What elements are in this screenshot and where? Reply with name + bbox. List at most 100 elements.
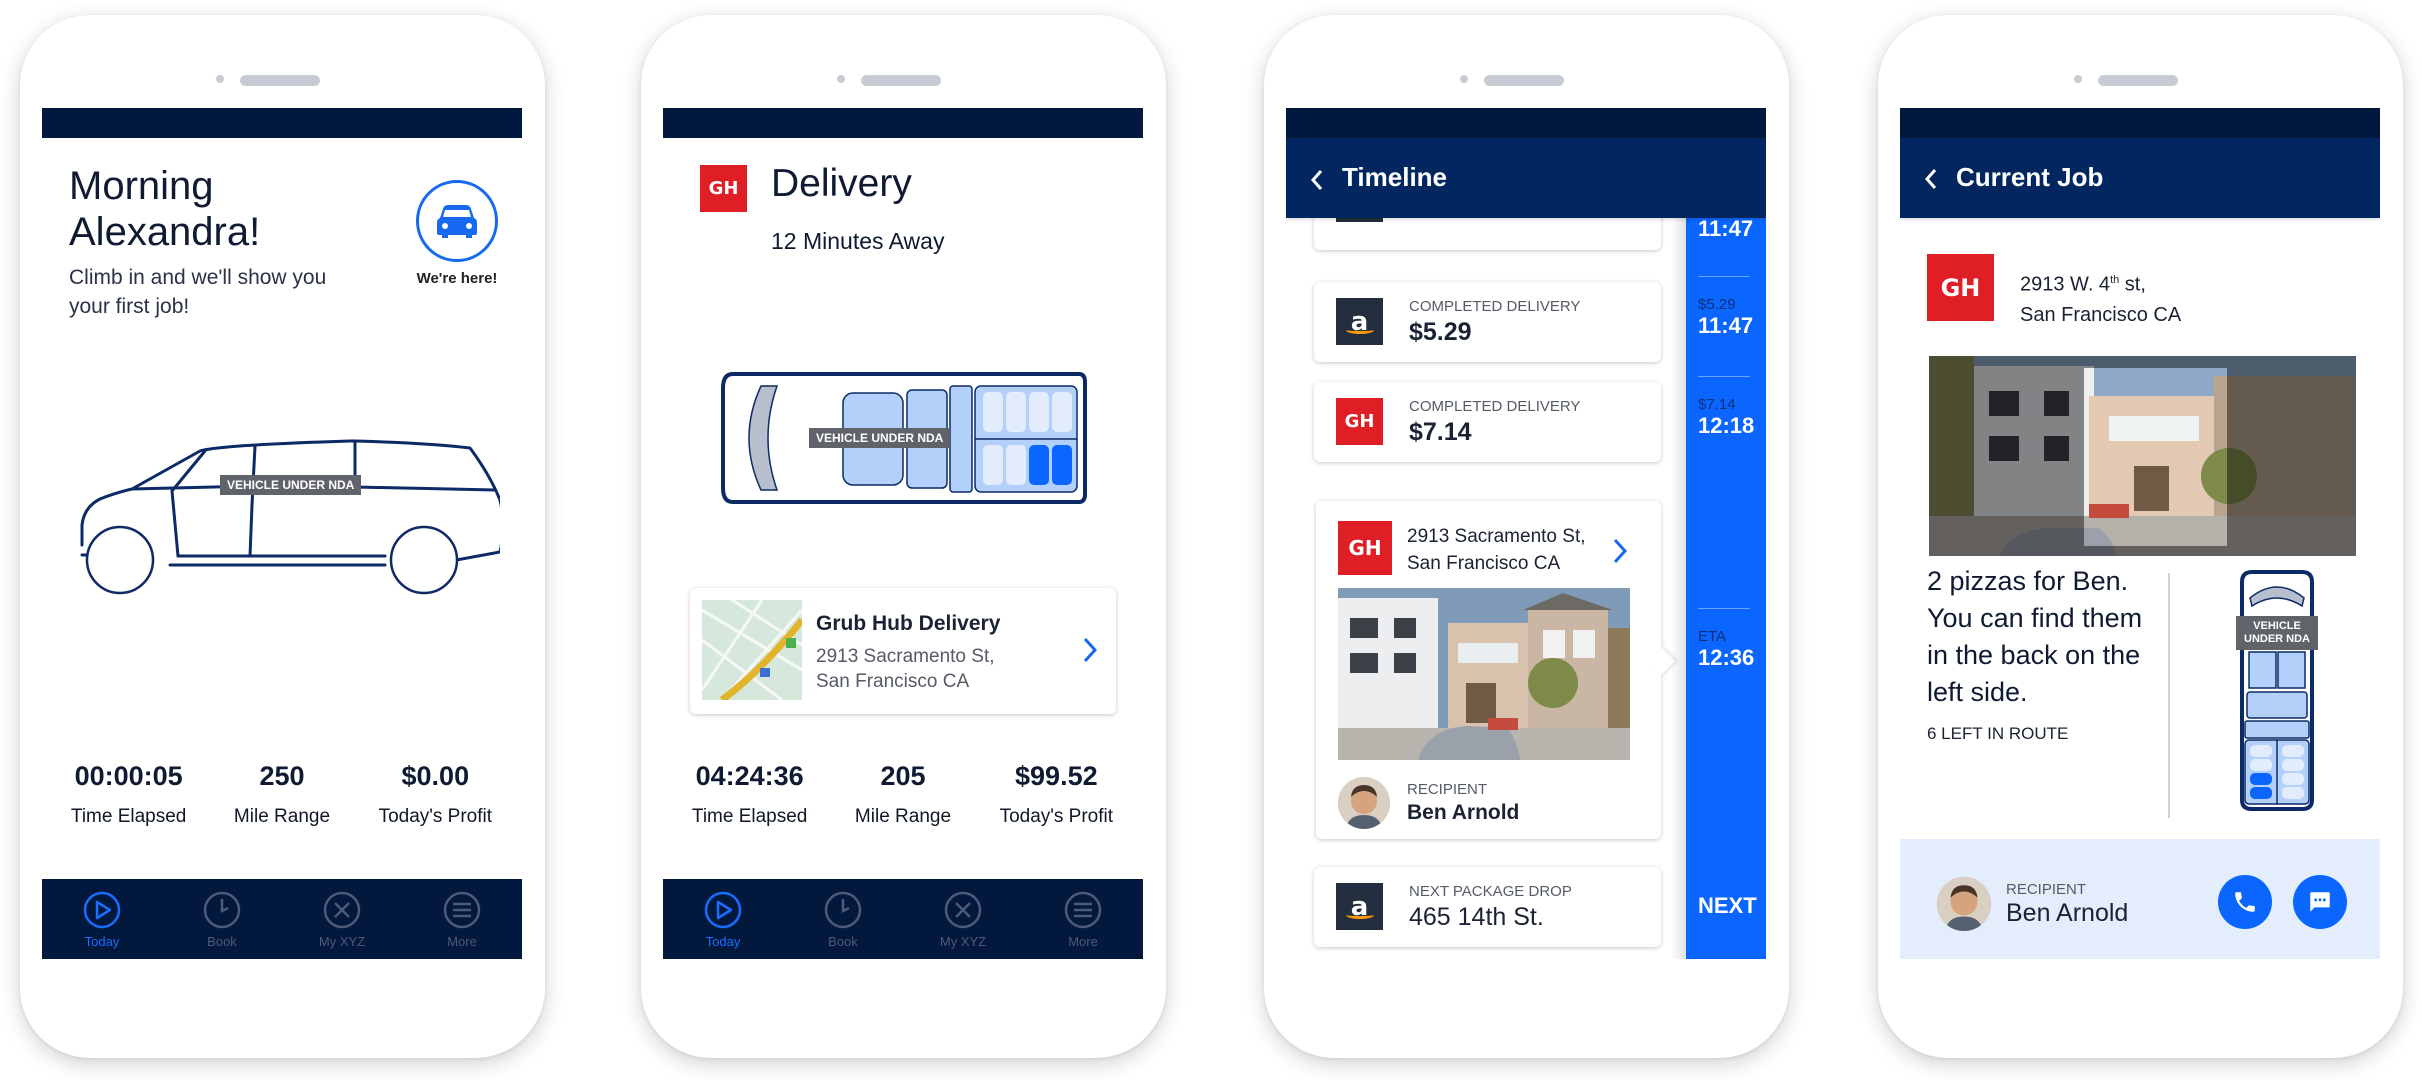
vehicle-top-view: VEHICLE UNDER NDA (719, 368, 1089, 508)
card-caption: COMPLETED DELIVERY (1409, 398, 1581, 415)
camera-dot (837, 75, 845, 83)
stat-time-elapsed: 00:00:05 Time Elapsed (54, 761, 204, 828)
timeline-card[interactable]: a COMPLETED DELIVERY $5.29 (1314, 282, 1661, 362)
current-job-header: Current Job (1900, 138, 2380, 218)
minivan-side-icon (80, 439, 505, 595)
recipient-name: Ben Arnold (1407, 801, 1520, 824)
cargo-slot-empty (2250, 759, 2272, 771)
cargo-slot-empty (2282, 759, 2304, 771)
job-address: 2913 W. 4th st, San Francisco CA (2020, 265, 2181, 330)
stats-row: 04:24:36 Time Elapsed 205 Mile Range $99… (663, 761, 1143, 828)
message-button[interactable] (2293, 875, 2347, 929)
tab-my-xyz[interactable]: My XYZ (292, 890, 392, 949)
tab-label: My XYZ (318, 933, 366, 949)
next-button[interactable]: NEXT (1698, 893, 1757, 919)
tab-more[interactable]: More (412, 890, 512, 949)
next-package-card[interactable]: a NEXT PACKAGE DROP 465 14th St. (1314, 867, 1661, 947)
stat-label: Today's Profit (378, 806, 493, 827)
divider (2168, 573, 2170, 818)
stat-value: $99.52 (1015, 761, 1098, 791)
timeline-card[interactable]: GH COMPLETED DELIVERY $7.14 (1314, 382, 1661, 462)
tab-label: Today (84, 933, 120, 949)
bottom-tab-bar: Today Book My XYZ More (663, 879, 1143, 959)
clock-icon (203, 891, 241, 928)
address-ordinal: th (2110, 274, 2120, 286)
call-button[interactable] (2218, 875, 2272, 929)
vehicle-side-illustration: VEHICLE UNDER NDA (70, 415, 505, 605)
vehicle-nda-badge: VEHICLE UNDER NDA (809, 428, 951, 448)
job-card[interactable]: Grub Hub Delivery 2913 Sacramento St, Sa… (690, 588, 1116, 714)
map-icon (702, 600, 802, 700)
house-image (1338, 588, 1630, 760)
cargo-slot-empty (1029, 392, 1049, 432)
chevron-right-icon[interactable] (1612, 537, 1628, 565)
address-line-2: San Francisco CA (1407, 553, 1561, 574)
grubhub-logo-text: GH (1348, 536, 1382, 560)
greeting-subtitle: Climb in and we'll show you your first j… (69, 266, 327, 318)
speaker-grille (1484, 75, 1564, 86)
were-here-button[interactable] (416, 180, 498, 262)
rail-amount: $5.29 (1698, 296, 1736, 313)
stat-mile-range: 250 Mile Range (207, 761, 357, 828)
recipient-caption: RECIPIENT (1407, 781, 1488, 798)
phone-current-job: Current Job GH 2913 W. 4th st, San Franc… (1878, 15, 2403, 1058)
tab-more[interactable]: More (1033, 890, 1133, 949)
chat-icon (2310, 892, 2330, 912)
recipient-avatar (1338, 777, 1390, 829)
back-chevron-icon[interactable] (1310, 168, 1324, 192)
rail-time: 11:47 (1698, 216, 1754, 241)
rail-entry: 11:47 (1698, 216, 1758, 242)
chevron-right-icon[interactable] (1082, 636, 1098, 664)
address-line-2: San Francisco CA (816, 671, 970, 692)
clock-icon (824, 891, 862, 928)
cargo-slot-empty (2282, 745, 2304, 757)
rail-divider (1698, 608, 1750, 609)
tab-today[interactable]: Today (52, 890, 152, 949)
tab-my-xyz[interactable]: My XYZ (913, 890, 1013, 949)
tab-today[interactable]: Today (673, 890, 773, 949)
tab-book[interactable]: Book (172, 890, 272, 949)
tab-label: Book (207, 933, 237, 949)
grubhub-logo: GH (1927, 254, 1994, 321)
home-screen: Morning Alexandra! Climb in and we'll sh… (42, 108, 522, 959)
vehicle-top-view-vertical: VEHICLE UNDER NDA (2232, 568, 2322, 813)
rail-time: 11:47 (1698, 313, 1754, 338)
stat-todays-profit: $0.00 Today's Profit (360, 761, 510, 828)
menu-circle-icon (1064, 891, 1102, 928)
grubhub-logo: GH (1338, 521, 1392, 575)
grubhub-logo-text: GH (1940, 273, 1981, 302)
close-circle-icon (944, 891, 982, 928)
phone-delivery: GH Delivery 12 Minutes Away VEHICLE UNDE… (641, 15, 1166, 1058)
greeting-line-1: Morning (69, 164, 214, 208)
menu-circle-icon (443, 891, 481, 928)
stat-value: 250 (259, 761, 305, 791)
amazon-logo: a (1336, 883, 1383, 930)
camera-dot (2074, 75, 2082, 83)
car-icon (437, 205, 477, 238)
stat-label: Today's Profit (999, 806, 1114, 827)
rail-entry: $7.14 12:18 (1698, 396, 1758, 439)
active-job-card[interactable]: GH 2913 Sacramento St, San Francisco CA (1316, 501, 1676, 839)
status-bar (663, 108, 1143, 138)
house-image (1929, 356, 2356, 556)
status-bar (1900, 108, 2380, 138)
speaker-grille (240, 75, 320, 86)
status-bar (42, 108, 522, 138)
address-number: 2913 W. 4 (2020, 273, 2111, 296)
tab-book[interactable]: Book (793, 890, 893, 949)
rail-divider (1698, 276, 1750, 277)
grubhub-logo: GH (1336, 398, 1383, 445)
camera-dot (1460, 75, 1468, 83)
stat-value: 205 (880, 761, 926, 791)
house-photo (1929, 356, 2356, 556)
tab-label: More (1068, 933, 1098, 949)
rail-time: 12:36 (1698, 645, 1755, 670)
person-photo (1937, 877, 1991, 931)
cargo-slot-filled (2250, 787, 2272, 799)
grubhub-logo-text: GH (708, 178, 739, 199)
rail-eta-label: ETA (1698, 628, 1727, 645)
back-chevron-icon[interactable] (1924, 167, 1938, 191)
grubhub-logo-text: GH (1344, 411, 1375, 432)
cargo-slot-empty (1006, 445, 1026, 485)
stat-value: 04:24:36 (695, 761, 804, 791)
